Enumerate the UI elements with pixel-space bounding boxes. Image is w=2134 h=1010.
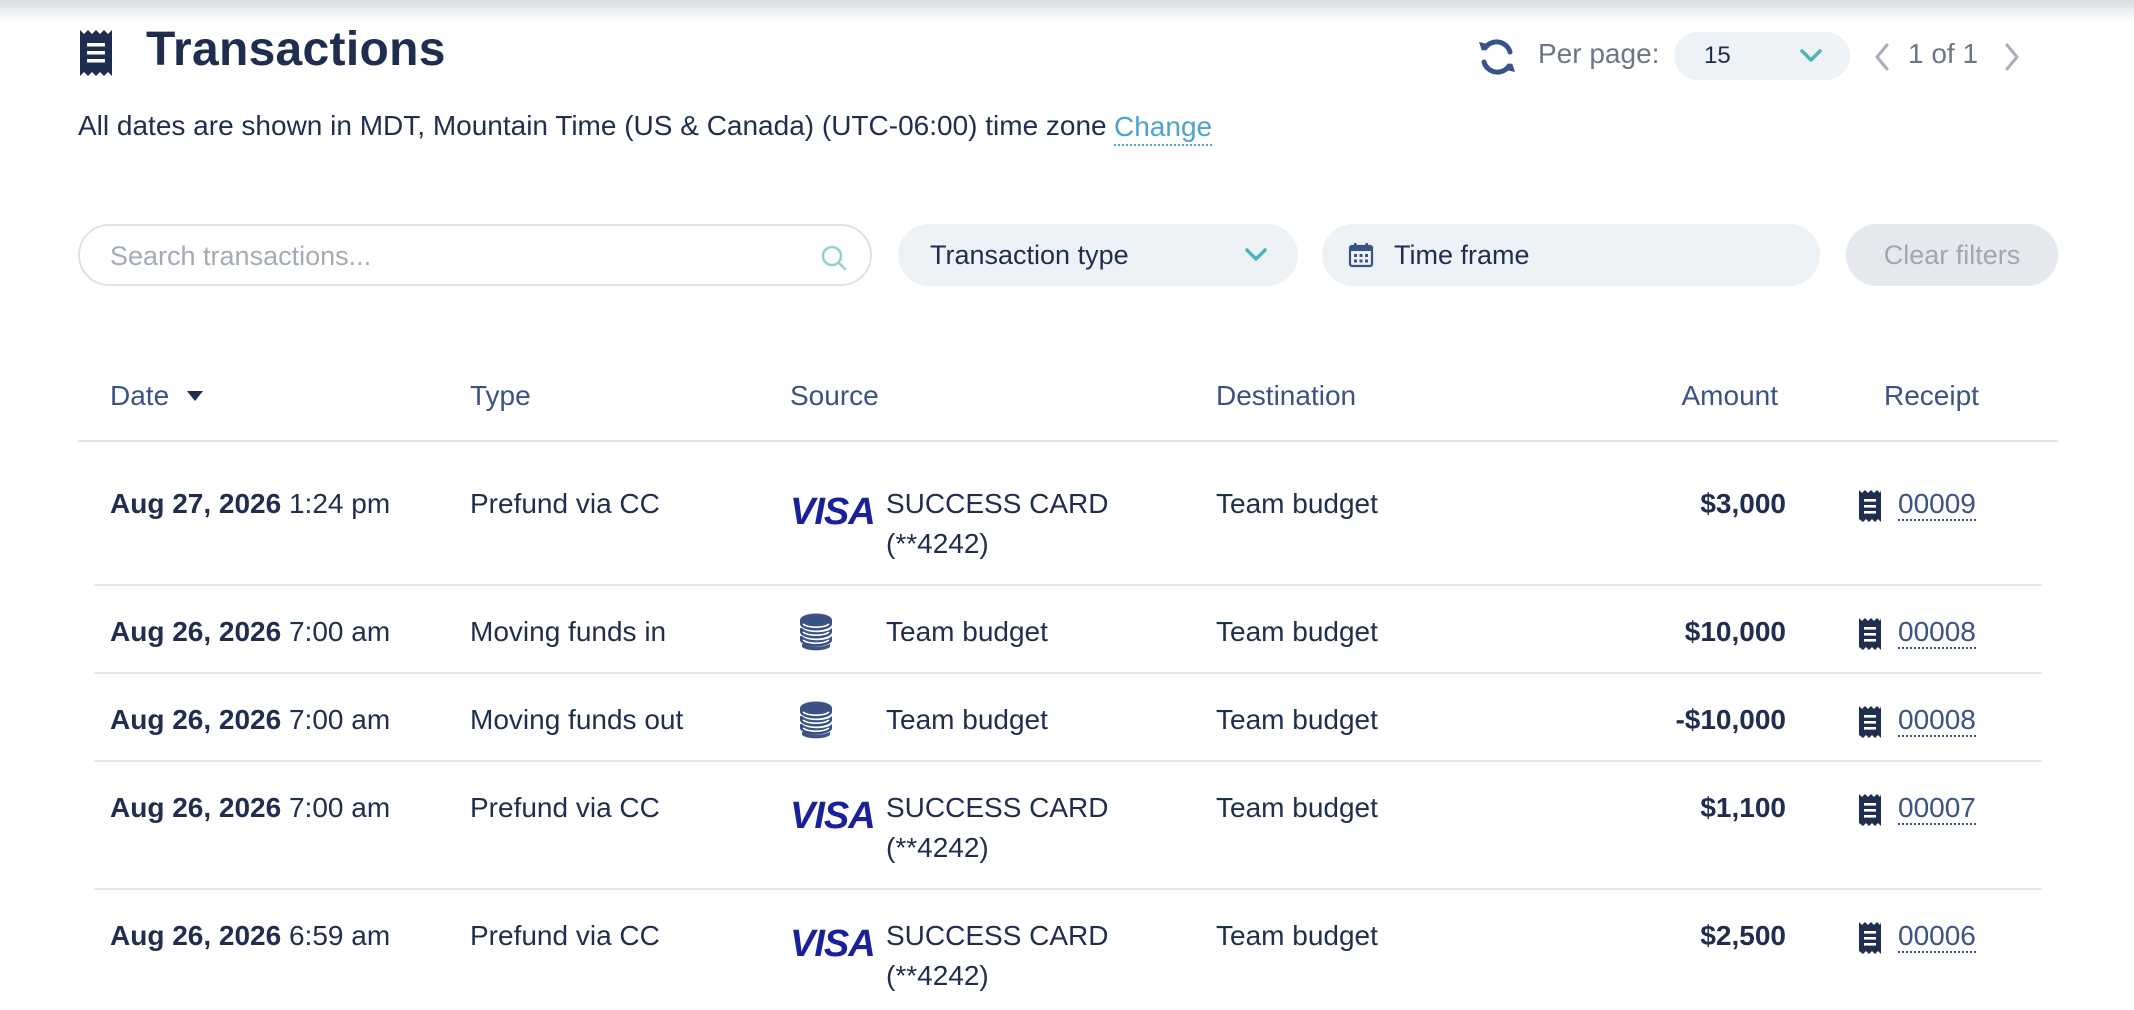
receipt-link-cell: 00008	[1898, 612, 1976, 652]
refresh-icon[interactable]	[1476, 36, 1518, 78]
receipt-icon	[1859, 490, 1881, 522]
receipt-link[interactable]: 00006	[1898, 920, 1976, 953]
row-date-time: 7:00 am	[288, 704, 391, 735]
row-type: Prefund via CC	[470, 920, 660, 951]
calendar-icon	[1348, 243, 1374, 268]
row-destination: Team budget	[1216, 920, 1378, 951]
column-header-receipt: Receipt	[1884, 380, 1979, 411]
row-amount: $3,000	[1700, 488, 1786, 519]
column-header-source: Source	[790, 380, 879, 411]
column-header-type: Type	[470, 380, 531, 411]
row-date: Aug 26, 2026 6:59 am	[110, 916, 390, 956]
row-source-name: SUCCESS CARD	[886, 488, 1109, 519]
row-source-detail: (**4242)	[886, 528, 989, 559]
row-divider	[94, 584, 2042, 586]
row-type: Prefund via CC	[470, 792, 660, 823]
row-divider	[94, 760, 2042, 762]
row-type: Moving funds in	[470, 616, 667, 647]
row-date: Aug 26, 2026 7:00 am	[110, 700, 390, 740]
receipt-link-cell: 00009	[1898, 484, 1976, 524]
row-date: Aug 27, 2026 1:24 pm	[110, 484, 390, 524]
change-timezone-link[interactable]: Change	[1114, 110, 1213, 146]
timezone-notice: All dates are shown in MDT, Mountain Tim…	[78, 110, 1107, 141]
transaction-type-label: Transaction type	[930, 240, 1129, 270]
row-source-name: SUCCESS CARD	[886, 792, 1109, 823]
row-source-detail: (**4242)	[886, 960, 989, 991]
row-date-time: 6:59 am	[288, 920, 391, 951]
row-amount: $2,500	[1700, 920, 1786, 951]
receipt-link[interactable]: 00007	[1898, 792, 1976, 825]
row-date-day: Aug 26, 2026	[110, 920, 282, 951]
row-source-name: SUCCESS CARD	[886, 920, 1109, 951]
receipt-icon	[1859, 706, 1881, 738]
row-destination: Team budget	[1216, 488, 1378, 519]
receipt-icon	[1859, 922, 1881, 954]
row-amount: $1,100	[1700, 792, 1786, 823]
receipt-icon	[1859, 618, 1881, 650]
row-date-time: 7:00 am	[288, 616, 391, 647]
chevron-left-icon[interactable]	[1870, 40, 1894, 74]
row-divider	[94, 888, 2042, 890]
chevron-down-icon	[1245, 248, 1267, 261]
row-type: Prefund via CC	[470, 488, 660, 519]
row-date-day: Aug 26, 2026	[110, 792, 282, 823]
per-page-value: 15	[1704, 42, 1731, 69]
row-date-time: 7:00 am	[288, 792, 391, 823]
row-amount: -$10,000	[1675, 704, 1786, 735]
search-box	[78, 224, 872, 286]
chevron-down-icon	[1800, 49, 1822, 62]
receipt-link[interactable]: 00008	[1898, 704, 1976, 737]
row-divider	[94, 672, 2042, 674]
visa-logo-icon	[790, 491, 874, 530]
time-frame-label: Time frame	[1394, 240, 1530, 270]
row-amount: $10,000	[1684, 616, 1786, 647]
row-destination: Team budget	[1216, 616, 1378, 647]
page-title: Transactions	[146, 23, 446, 76]
row-source-name: Team budget	[886, 616, 1048, 647]
visa-logo-icon	[790, 923, 874, 962]
coins-icon	[799, 700, 833, 740]
row-source-name: Team budget	[886, 704, 1048, 735]
transaction-type-dropdown[interactable]: Transaction type	[898, 224, 1298, 286]
row-source-detail: (**4242)	[886, 832, 989, 863]
column-header-destination: Destination	[1216, 380, 1357, 411]
row-date: Aug 26, 2026 7:00 am	[110, 788, 390, 828]
receipt-link[interactable]: 00009	[1898, 488, 1976, 521]
per-page-label: Per page:	[1538, 38, 1660, 69]
row-date: Aug 26, 2026 7:00 am	[110, 612, 390, 652]
coins-icon	[799, 612, 833, 652]
chevron-right-icon[interactable]	[2000, 40, 2024, 74]
row-source: SUCCESS CARD (**4242)	[886, 788, 1126, 868]
row-source: Team budget	[886, 700, 1126, 740]
row-type: Moving funds out	[470, 704, 684, 735]
row-source: SUCCESS CARD (**4242)	[886, 916, 1126, 996]
clear-filters-button[interactable]: Clear filters	[1846, 224, 2058, 286]
row-date-day: Aug 26, 2026	[110, 704, 282, 735]
header-divider	[78, 440, 2058, 442]
sort-descending-icon[interactable]	[186, 390, 204, 402]
row-date-day: Aug 26, 2026	[110, 616, 282, 647]
row-source: SUCCESS CARD (**4242)	[886, 484, 1126, 564]
receipt-link-cell: 00007	[1898, 788, 1976, 828]
receipt-icon	[80, 30, 112, 76]
page-indicator: 1 of 1	[1908, 38, 1979, 69]
search-icon[interactable]	[820, 244, 848, 272]
receipt-icon	[1859, 794, 1881, 826]
search-input[interactable]	[110, 238, 790, 274]
column-header-date[interactable]: Date	[110, 380, 169, 412]
receipt-link-cell: 00006	[1898, 916, 1976, 956]
row-date-day: Aug 27, 2026	[110, 488, 282, 519]
receipt-link[interactable]: 00008	[1898, 616, 1976, 649]
top-shadow	[0, 0, 2134, 22]
receipt-link-cell: 00008	[1898, 700, 1976, 740]
per-page-select[interactable]: 15	[1674, 32, 1850, 80]
row-destination: Team budget	[1216, 704, 1378, 735]
column-header-amount: Amount	[1681, 380, 1779, 411]
row-date-time: 1:24 pm	[288, 488, 391, 519]
visa-logo-icon	[790, 795, 874, 834]
row-destination: Team budget	[1216, 792, 1378, 823]
clear-filters-label: Clear filters	[1883, 240, 2021, 270]
time-frame-picker[interactable]: Time frame	[1322, 224, 1820, 286]
row-source: Team budget	[886, 612, 1126, 652]
